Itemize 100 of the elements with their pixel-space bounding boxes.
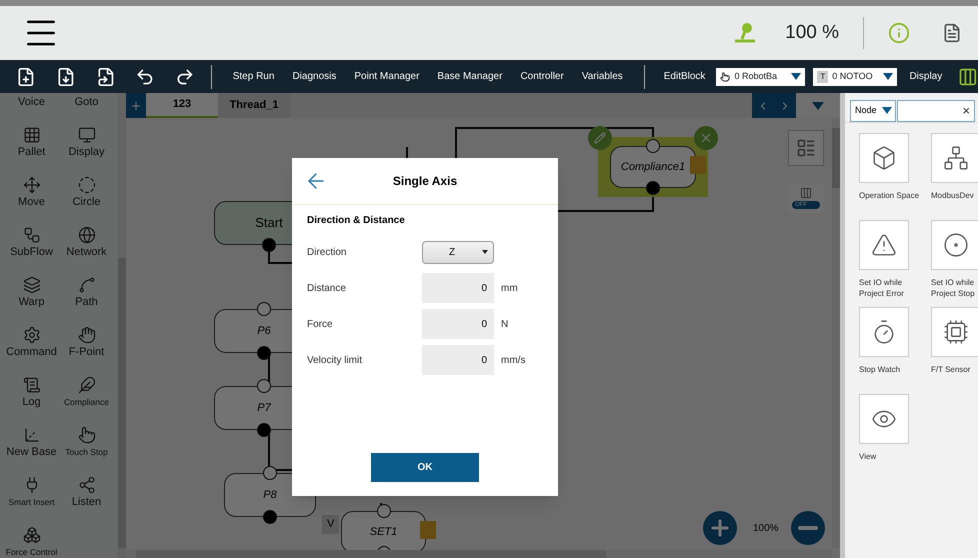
file-export-icon[interactable] xyxy=(96,66,116,86)
toolbar-button[interactable]: Base Manager xyxy=(428,69,512,84)
clear-icon[interactable]: × xyxy=(962,100,970,120)
flowchart-icon xyxy=(22,226,40,244)
axes-icon xyxy=(22,426,40,444)
toolbar-button[interactable]: Variables xyxy=(572,69,632,84)
field-label: Velocity limit xyxy=(307,354,364,368)
dialog-title: Single Axis xyxy=(392,173,458,190)
canvas-scrollbar[interactable] xyxy=(832,118,840,548)
palette-item[interactable]: Network xyxy=(59,225,114,275)
toolbar-button[interactable]: Display xyxy=(897,69,954,84)
palette-item[interactable]: Force Control xyxy=(4,525,59,558)
palette-item[interactable]: Touch Stop xyxy=(59,425,114,475)
tab[interactable]: Thread_1 xyxy=(218,93,290,118)
save-file-icon[interactable] xyxy=(56,66,76,86)
node-type-icon xyxy=(420,521,436,539)
toolbar-button[interactable]: Diagnosis xyxy=(283,69,346,84)
palette-item[interactable]: SubFlow xyxy=(4,225,59,275)
boxes-icon xyxy=(22,526,40,544)
palette-item[interactable]: Move xyxy=(4,175,59,225)
palette-item[interactable]: Listen xyxy=(59,475,114,525)
warning-icon xyxy=(871,232,897,258)
horizontal-scrollbar[interactable] xyxy=(126,550,832,558)
zoom-level: 100% xyxy=(753,522,779,536)
toolbar-button[interactable]: Point Manager xyxy=(345,69,428,84)
search-field[interactable]: × xyxy=(897,100,975,122)
input-port-icon xyxy=(376,504,390,518)
redo-icon[interactable] xyxy=(175,66,195,86)
node-item[interactable]: ModbusDev xyxy=(931,133,978,217)
zoom-in-button[interactable] xyxy=(703,511,737,545)
variable-badge: V xyxy=(322,515,340,534)
output-port-icon xyxy=(257,423,271,437)
toolbar-button[interactable]: EditBlock xyxy=(656,69,712,84)
tab[interactable]: 123 xyxy=(146,93,218,118)
direction-select[interactable]: Z xyxy=(422,240,494,264)
number-field[interactable]: 0 xyxy=(422,273,494,303)
palette-item[interactable]: Compliance xyxy=(59,375,114,425)
palette-item[interactable]: Log xyxy=(4,375,59,425)
zoom-out-button[interactable] xyxy=(791,511,825,545)
palette-item[interactable]: Goto xyxy=(59,93,114,125)
node-type-icon xyxy=(690,156,706,174)
document-icon[interactable] xyxy=(942,23,962,43)
number-field[interactable]: 0 xyxy=(422,309,494,339)
output-port-icon xyxy=(263,510,277,524)
x-icon xyxy=(699,131,713,145)
add-tab-button[interactable] xyxy=(126,93,146,118)
layout-toggle-button[interactable] xyxy=(788,130,824,166)
plus-icon xyxy=(130,100,142,112)
edit-icon[interactable] xyxy=(588,126,612,150)
output-port-icon xyxy=(262,238,276,252)
undo-icon[interactable] xyxy=(135,66,155,86)
palette-item[interactable]: Smart Insert xyxy=(4,475,59,525)
number-field[interactable]: 0 xyxy=(422,345,494,375)
toolbar-button[interactable]: Step Run xyxy=(224,69,284,84)
palette-item[interactable]: Display xyxy=(59,125,114,175)
minus-icon xyxy=(798,526,818,530)
palette-item[interactable]: Path xyxy=(59,275,114,325)
node-filter-select[interactable]: Node xyxy=(850,100,896,122)
layout-icon xyxy=(796,138,816,158)
caret-icon xyxy=(791,73,802,80)
node-item[interactable]: Stop Watch xyxy=(859,307,931,391)
new-file-icon[interactable] xyxy=(16,66,36,86)
dot-circle-icon xyxy=(943,232,969,258)
caret-icon xyxy=(482,250,488,254)
gear-icon xyxy=(22,326,40,344)
pointer-icon xyxy=(78,426,96,444)
caret-icon xyxy=(883,73,894,80)
field-label: Distance xyxy=(307,282,347,296)
pencil-icon xyxy=(594,132,606,144)
palette-item[interactable]: F-Point xyxy=(59,325,114,375)
node-item[interactable]: Operation Space xyxy=(859,133,931,217)
info-icon[interactable] xyxy=(888,22,910,44)
palette-scrollbar[interactable] xyxy=(118,93,126,558)
tool-select[interactable]: T 0 NOTOO xyxy=(813,68,898,86)
panel-layout-icon[interactable] xyxy=(958,66,978,86)
palette-item[interactable]: Command xyxy=(4,325,59,375)
palette-item[interactable]: Voice xyxy=(4,93,59,125)
node-item[interactable]: F/T Sensor xyxy=(931,307,978,391)
node-item[interactable]: View xyxy=(859,394,931,478)
palette-item[interactable]: Pallet xyxy=(4,125,59,175)
ok-button[interactable]: OK xyxy=(371,453,479,482)
palette-item[interactable]: Circle xyxy=(59,175,114,225)
network-icon xyxy=(943,145,969,171)
monitor-icon xyxy=(78,126,96,144)
dashed-circle-icon xyxy=(78,176,96,194)
output-port-icon xyxy=(257,346,271,360)
node-item[interactable]: Set IO while Project Error xyxy=(859,220,931,304)
speed-value: 100 % xyxy=(785,20,839,45)
close-icon[interactable] xyxy=(694,126,718,150)
flow-node[interactable]: Compliance1 xyxy=(610,146,696,188)
palette-item[interactable]: Warp xyxy=(4,275,59,325)
layers-icon xyxy=(22,276,40,294)
tab-list-button[interactable] xyxy=(796,93,840,118)
palette-item[interactable]: New Base xyxy=(4,425,59,475)
log-icon xyxy=(22,376,40,394)
feather-icon xyxy=(78,376,96,394)
node-item[interactable]: Set IO while Project Stop xyxy=(931,220,978,304)
cube-icon xyxy=(871,145,897,171)
robot-base-select[interactable]: 0 RobotBa xyxy=(716,68,806,86)
toolbar-button[interactable]: Controller xyxy=(511,69,573,84)
